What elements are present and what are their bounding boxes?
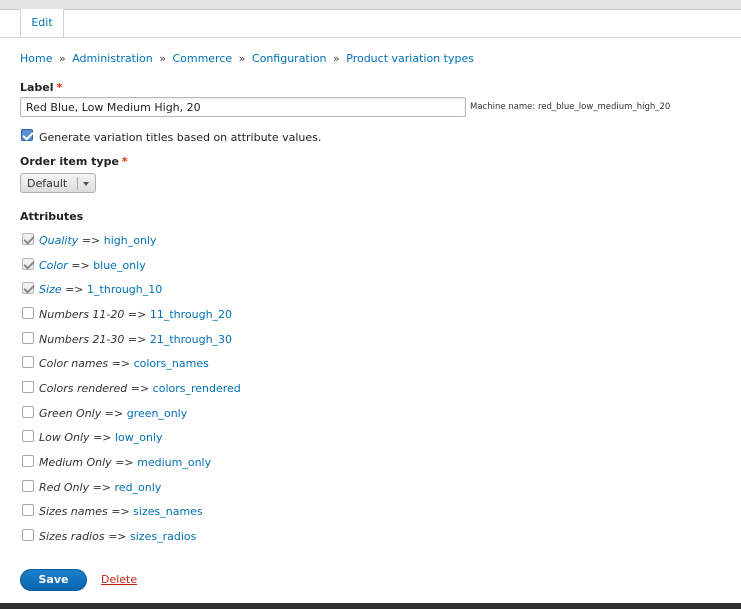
attribute-arrow: => [65,283,84,296]
attribute-arrow: => [92,481,112,494]
attribute-machine-name[interactable]: sizes_radios [130,530,196,543]
attribute-checkbox [22,258,34,270]
attribute-name: Numbers 11-20 [39,308,125,321]
attribute-machine-name[interactable]: colors_rendered [153,382,241,395]
generate-titles-checkbox[interactable] [21,129,33,141]
select-divider [77,177,78,190]
attribute-name: Red Only [39,481,90,494]
required-marker: * [121,155,128,168]
attribute-machine-name[interactable]: medium_only [137,456,211,469]
attribute-text: Sizes names => sizes_names [39,505,203,518]
attribute-name: Green Only [39,407,102,420]
attribute-machine-name[interactable]: low_only [115,431,163,444]
breadcrumb-separator: » [159,52,166,65]
tabs-divider [0,37,741,38]
attribute-name: Low Only [39,431,90,444]
attribute-arrow: => [81,234,101,247]
attribute-arrow: => [104,407,124,420]
order-item-type-label-text: Order item type [20,155,119,168]
attribute-text: Color names => colors_names [39,357,209,370]
attribute-checkbox[interactable] [22,529,34,541]
attribute-machine-name[interactable]: green_only [127,407,188,420]
attribute-name: Quality [39,234,79,247]
attribute-checkbox[interactable] [22,356,34,368]
label-field-label: Label * [20,81,62,94]
attribute-checkbox[interactable] [22,307,34,319]
breadcrumb: Home » Administration » Commerce » Confi… [20,52,474,65]
attribute-machine-name[interactable]: sizes_names [133,505,203,518]
attribute-name: Color names [39,357,109,370]
attribute-name: Numbers 21-30 [39,333,125,346]
attribute-arrow: => [111,505,130,518]
attribute-name: Size [39,283,62,296]
attribute-checkbox[interactable] [22,480,34,492]
attribute-text: Numbers 11-20 => 11_through_20 [39,308,232,321]
order-item-type-label: Order item type * [20,155,128,168]
order-item-type-value: Default [27,177,68,190]
attribute-machine-name[interactable]: 21_through_30 [150,333,232,346]
attributes-heading: Attributes [20,210,84,223]
breadcrumb-separator: » [58,52,66,65]
attribute-arrow: => [115,456,134,469]
attribute-checkbox[interactable] [22,406,34,418]
breadcrumb-administration[interactable]: Administration [72,52,153,65]
attribute-arrow: => [108,530,127,543]
attribute-checkbox [22,233,34,245]
order-item-type-select[interactable]: Default [20,173,96,193]
breadcrumb-home[interactable]: Home [20,52,52,65]
attribute-checkbox[interactable] [22,455,34,467]
attribute-machine-name[interactable]: red_only [115,481,162,494]
attribute-text: Medium Only => medium_only [39,456,211,469]
breadcrumb-commerce[interactable]: Commerce [172,52,232,65]
attribute-text: Red Only => red_only [39,481,161,494]
attribute-text: Numbers 21-30 => 21_through_30 [39,333,232,346]
breadcrumb-product-variation-types[interactable]: Product variation types [346,52,474,65]
attribute-arrow: => [130,382,150,395]
attribute-text: Colors rendered => colors_rendered [39,382,241,395]
label-input[interactable] [20,97,466,117]
breadcrumb-separator: » [333,52,340,65]
breadcrumb-separator: » [238,52,246,65]
attribute-machine-name[interactable]: blue_only [93,259,146,272]
top-toolbar [0,0,741,10]
attribute-text: Size => 1_through_10 [39,283,162,296]
attribute-name: Colors rendered [39,382,128,395]
attribute-checkbox[interactable] [22,381,34,393]
chevron-down-icon [83,182,89,186]
attribute-checkbox[interactable] [22,332,34,344]
save-button[interactable]: Save [20,569,87,591]
breadcrumb-configuration[interactable]: Configuration [252,52,327,65]
attribute-machine-name[interactable]: colors_names [134,357,209,370]
attribute-machine-name[interactable]: 11_through_20 [150,308,232,321]
label-field-label-text: Label [20,81,54,94]
attribute-name: Medium Only [39,456,112,469]
attribute-text: Color => blue_only [39,259,146,272]
bottom-bar [0,603,741,609]
attribute-machine-name[interactable]: 1_through_10 [87,283,162,296]
attribute-arrow: => [111,357,131,370]
attribute-arrow: => [93,431,112,444]
attribute-name: Sizes radios [39,530,105,543]
attribute-arrow: => [127,333,147,346]
attribute-text: Sizes radios => sizes_radios [39,530,196,543]
machine-name: Machine name: red_blue_low_medium_high_2… [470,102,671,112]
required-marker: * [56,81,63,94]
delete-link[interactable]: Delete [101,573,137,586]
attribute-text: Low Only => low_only [39,431,163,444]
attribute-text: Green Only => green_only [39,407,187,420]
attribute-arrow: => [71,259,90,272]
tab-edit[interactable]: Edit [20,9,64,37]
attribute-arrow: => [127,308,147,321]
attribute-machine-name[interactable]: high_only [104,234,157,247]
generate-titles-label: Generate variation titles based on attri… [39,131,322,144]
attribute-checkbox[interactable] [22,430,34,442]
attribute-checkbox[interactable] [22,504,34,516]
attribute-name: Color [39,259,68,272]
attribute-name: Sizes names [39,505,108,518]
attribute-text: Quality => high_only [39,234,157,247]
attribute-checkbox [22,282,34,294]
